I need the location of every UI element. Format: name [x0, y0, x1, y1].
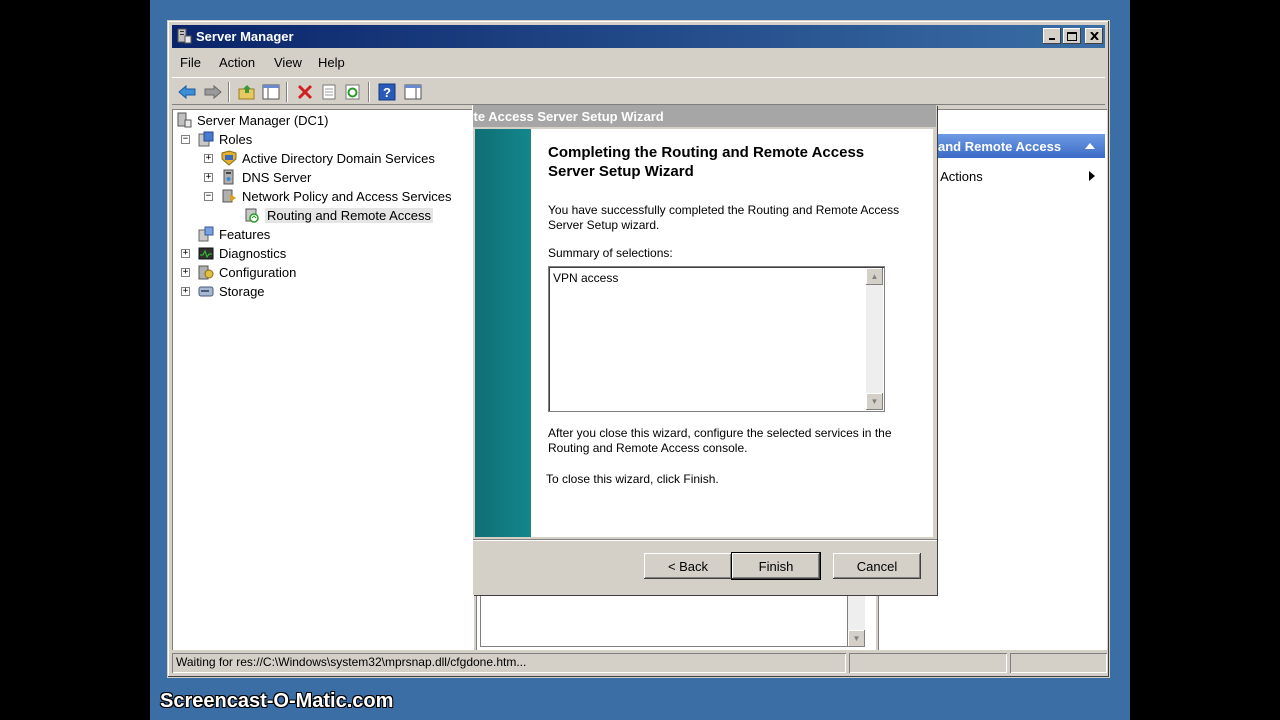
back-button[interactable]: < Back — [644, 553, 732, 579]
status-text: Waiting for res://C:\Windows\system32\mp… — [172, 653, 846, 673]
collapse-arrow-icon[interactable] — [1085, 142, 1095, 149]
status-panel-2 — [849, 653, 1007, 673]
npas-collapse-toggle[interactable]: − — [204, 192, 213, 201]
wizard-button-separator — [473, 539, 937, 541]
toolbar: ? — [172, 77, 1105, 105]
details-content-frame — [480, 595, 848, 647]
tree-item-routing-remote-access[interactable]: Routing and Remote Access — [244, 206, 434, 224]
scroll-down-arrow-icon[interactable]: ▼ — [866, 393, 883, 410]
console-tree: Server Manager (DC1) − Roles + Active Di… — [172, 109, 474, 650]
wizard-close-text: To close this wizard, click Finish. — [546, 472, 719, 486]
tree-item-network-policy[interactable]: Network Policy and Access Services — [221, 187, 452, 205]
toolbar-separator — [228, 82, 230, 102]
tree-item-configuration[interactable]: Configuration — [198, 263, 296, 281]
summary-textbox[interactable]: VPN access ▲ ▼ — [548, 266, 885, 412]
menu-file[interactable]: File — [180, 55, 201, 70]
server-manager-icon — [177, 112, 192, 128]
tree-item-server-manager[interactable]: Server Manager (DC1) — [176, 111, 329, 129]
menu-view[interactable]: View — [274, 55, 302, 70]
screencast-watermark: Screencast-O-Matic.com — [160, 690, 394, 712]
delete-icon — [297, 84, 313, 100]
dns-expand-toggle[interactable]: + — [204, 173, 213, 182]
diagnostics-expand-toggle[interactable]: + — [181, 249, 190, 258]
wizard-heading: Completing the Routing and Remote Access… — [548, 144, 865, 180]
configuration-icon — [198, 265, 214, 280]
svg-text:?: ? — [383, 85, 391, 100]
show-hide-tree-icon — [262, 84, 280, 100]
diagnostics-icon — [198, 247, 214, 260]
menu-help[interactable]: Help — [318, 55, 345, 70]
summary-label: Summary of selections: — [548, 246, 673, 260]
wizard-after-text: After you close this wizard, configure t… — [548, 426, 892, 455]
minimize-icon — [1049, 38, 1055, 40]
scroll-up-arrow-icon[interactable]: ▲ — [866, 268, 883, 285]
close-icon — [1089, 32, 1099, 40]
forward-arrow-icon — [204, 84, 222, 100]
back-button[interactable] — [176, 81, 198, 103]
tree-item-active-directory[interactable]: Active Directory Domain Services — [221, 149, 435, 167]
dns-server-icon — [223, 169, 234, 185]
properties-button[interactable] — [318, 81, 340, 103]
storage-icon — [198, 286, 214, 297]
wizard-success-text: You have successfully completed the Rout… — [548, 203, 900, 232]
storage-expand-toggle[interactable]: + — [181, 287, 190, 296]
wizard-body: Completing the Routing and Remote Access… — [475, 129, 933, 537]
window-title: Server Manager — [196, 29, 294, 44]
refresh-button[interactable] — [342, 81, 364, 103]
show-hide-tree-button[interactable] — [260, 81, 282, 103]
show-hide-action-pane-icon — [404, 84, 422, 100]
window-titlebar[interactable]: Server Manager — [172, 25, 1105, 48]
tree-item-dns-server[interactable]: DNS Server — [221, 168, 311, 186]
menu-bar: File Action View Help — [172, 51, 1105, 73]
submenu-arrow-icon — [1089, 171, 1095, 181]
more-actions-item[interactable]: e Actions — [930, 169, 983, 184]
cancel-button[interactable]: Cancel — [833, 553, 921, 579]
forward-button[interactable] — [202, 81, 224, 103]
menu-action[interactable]: Action — [219, 55, 255, 70]
tree-item-storage[interactable]: Storage — [198, 282, 265, 300]
tree-item-features[interactable]: Features — [198, 225, 270, 243]
delete-button[interactable] — [294, 81, 316, 103]
tree-item-roles[interactable]: Roles — [198, 130, 252, 148]
features-icon — [198, 226, 214, 242]
adds-expand-toggle[interactable]: + — [204, 154, 213, 163]
summary-value: VPN access — [553, 271, 619, 285]
roles-icon — [198, 131, 214, 147]
server-manager-icon — [177, 28, 192, 44]
summary-scrollbar[interactable]: ▲ ▼ — [866, 268, 883, 410]
wizard-titlebar[interactable]: Routing and Remote Access Server Setup W… — [473, 105, 936, 127]
show-hide-action-pane-button[interactable] — [402, 81, 424, 103]
scroll-down-arrow-icon[interactable]: ▼ — [848, 630, 865, 647]
active-directory-icon — [221, 150, 237, 166]
help-button[interactable]: ? — [376, 81, 398, 103]
roles-collapse-toggle[interactable]: − — [181, 135, 190, 144]
close-button[interactable] — [1085, 28, 1103, 44]
minimize-button[interactable] — [1043, 28, 1061, 44]
maximize-button[interactable] — [1063, 28, 1081, 44]
status-bar: Waiting for res://C:\Windows\system32\mp… — [172, 653, 1105, 675]
routing-remote-access-icon — [245, 208, 259, 223]
toolbar-separator — [368, 82, 370, 102]
toolbar-separator — [286, 82, 288, 102]
maximize-icon — [1067, 31, 1077, 41]
network-policy-icon — [222, 189, 236, 203]
up-folder-icon — [238, 85, 255, 100]
properties-icon — [322, 84, 336, 100]
back-arrow-icon — [178, 84, 196, 100]
finish-button[interactable]: Finish — [731, 552, 821, 580]
up-one-level-button[interactable] — [236, 81, 258, 103]
details-scrollbar[interactable]: ▼ — [848, 595, 865, 647]
status-panel-3 — [1010, 653, 1107, 673]
tree-item-diagnostics[interactable]: Diagnostics — [198, 244, 286, 262]
setup-wizard-dialog: Routing and Remote Access Server Setup W… — [473, 105, 937, 595]
configuration-expand-toggle[interactable]: + — [181, 268, 190, 277]
wizard-side-banner — [475, 129, 531, 537]
refresh-icon — [345, 84, 360, 100]
help-icon: ? — [378, 83, 396, 101]
